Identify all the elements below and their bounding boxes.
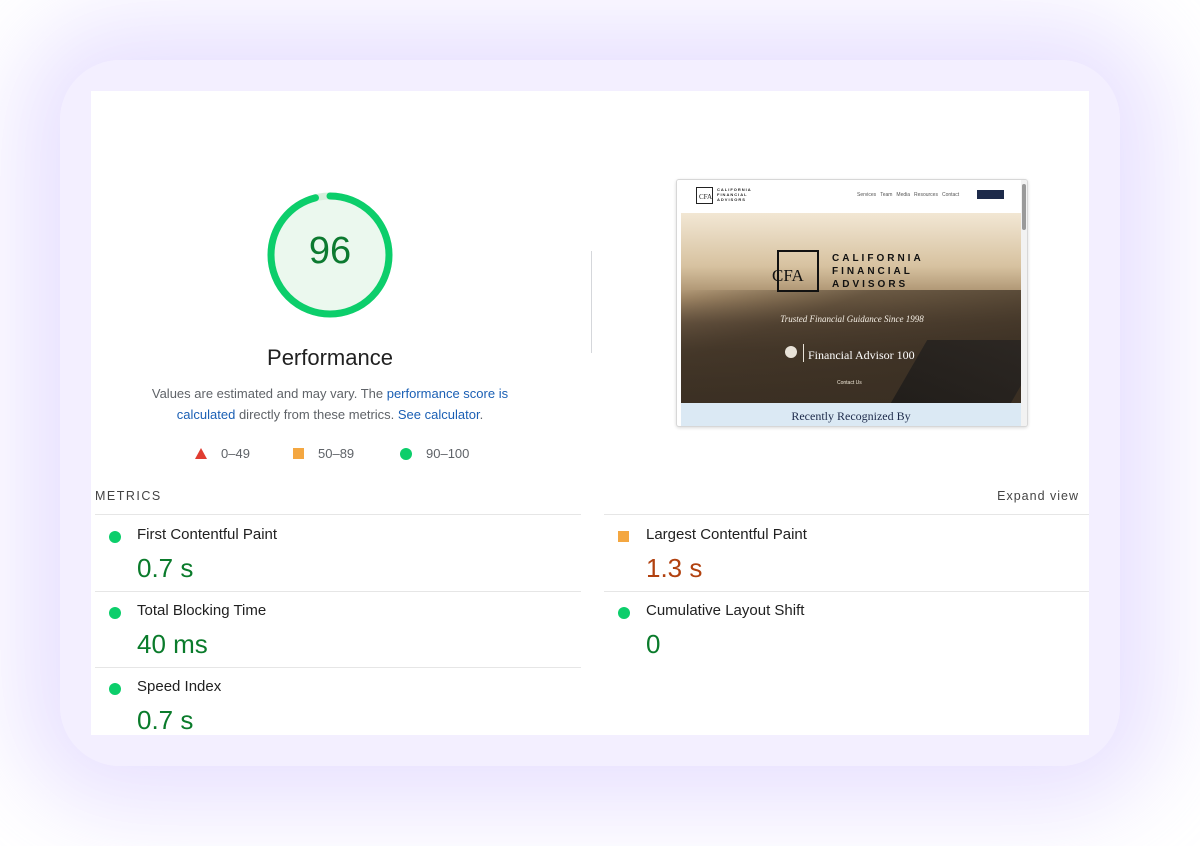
recognized-heading: Recently Recognized By: [791, 409, 911, 423]
hero-logo-mark: CFA: [772, 266, 804, 285]
hero-logo-line1: CALIFORNIA: [832, 253, 924, 264]
performance-title: Performance: [267, 345, 393, 370]
metric-label: Largest Contentful Paint: [646, 526, 807, 543]
legend-pass-range: 90–100: [426, 446, 470, 461]
legend-pass: 90–100: [400, 446, 469, 461]
metric-value: 0.7 s: [137, 705, 194, 735]
score-description: Values are estimated and may vary. The p…: [131, 383, 529, 425]
description-suffix: .: [479, 407, 484, 422]
thumbnail-menu-item: Resources: [914, 192, 938, 198]
metric-label: Speed Index: [137, 678, 222, 695]
description-middle: directly from these metrics.: [235, 407, 398, 422]
see-calculator-link[interactable]: See calculator: [398, 407, 480, 422]
metric-total-blocking-time: Total Blocking Time 40 ms: [95, 591, 575, 667]
hero-logo-line2: FINANCIAL: [832, 266, 913, 277]
award-separator: [803, 344, 804, 362]
hero-contact-link: Contact Us: [837, 380, 862, 386]
metric-label: Total Blocking Time: [137, 602, 267, 619]
expand-view-toggle[interactable]: Expand view: [997, 489, 1079, 503]
legend-fail: 0–49: [195, 446, 250, 461]
metric-label: First Contentful Paint: [137, 526, 278, 543]
metric-value: 0.7 s: [137, 553, 194, 583]
hero-logo-line3: ADVISORS: [832, 279, 909, 290]
metric-largest-contentful-paint: Largest Contentful Paint 1.3 s: [604, 515, 1084, 591]
thumbnail-menu-item: Services: [857, 192, 877, 198]
lighthouse-report-card: 96 Performance Values are estimated and …: [91, 91, 1089, 735]
pass-circle-icon: [109, 607, 121, 619]
final-screenshot-thumbnail[interactable]: CFA CALIFORNIA FINANCIAL ADVISORS Servic…: [676, 179, 1028, 427]
thumbnail-menu-item: Team: [880, 192, 893, 198]
metric-value: 1.3 s: [646, 553, 703, 583]
vertical-divider: [591, 251, 592, 353]
award-icon: [785, 346, 797, 358]
legend-fail-range: 0–49: [221, 446, 250, 461]
square-icon: [293, 448, 304, 459]
thumbnail-logo-text: CALIFORNIA FINANCIAL ADVISORS: [717, 187, 752, 202]
pass-circle-icon: [109, 683, 121, 695]
metric-value: 0: [646, 629, 661, 659]
thumbnail-scrollbar-thumb: [1022, 184, 1026, 230]
pass-circle-icon: [618, 607, 630, 619]
pass-circle-icon: [109, 531, 121, 543]
hero-tagline: Trusted Financial Guidance Since 1998: [780, 314, 924, 324]
thumbnail-cta-button: [977, 190, 1004, 199]
triangle-icon: [195, 448, 207, 459]
thumbnail-menu-item: Media: [896, 192, 911, 198]
hero-logo-text: CALIFORNIA FINANCIAL ADVISORS: [832, 252, 924, 291]
circle-icon: [400, 447, 412, 460]
average-square-icon: [618, 531, 629, 542]
thumbnail-menu: Services Team Media Resources Contact: [857, 192, 959, 198]
thumbnail-logo-mark: CFA: [699, 193, 713, 201]
metrics-heading: METRICS: [95, 489, 162, 503]
thumbnail-menu-item: Contact: [941, 192, 960, 198]
award-text: Financial Advisor 100: [808, 348, 915, 362]
metric-value: 40 ms: [137, 629, 208, 659]
description-prefix: Values are estimated and may vary. The: [151, 386, 387, 401]
metric-speed-index: Speed Index 0.7 s: [95, 667, 575, 735]
legend-average: 50–89: [293, 446, 354, 461]
metric-first-contentful-paint: First Contentful Paint 0.7 s: [95, 515, 575, 591]
metric-label: Cumulative Layout Shift: [646, 602, 805, 619]
performance-score: 96: [308, 230, 352, 272]
thumbnail-logo-line3: ADVISORS: [717, 197, 746, 202]
metric-cumulative-layout-shift: Cumulative Layout Shift 0: [604, 591, 1084, 667]
legend-average-range: 50–89: [318, 446, 355, 461]
